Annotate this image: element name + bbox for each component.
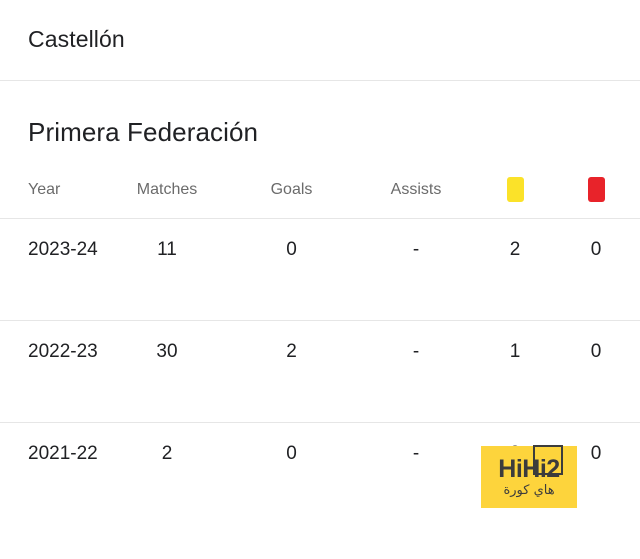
cell-assists: - [354, 218, 478, 321]
cell-goals: 0 [229, 218, 354, 321]
club-name: Castellón [28, 26, 125, 53]
cell-matches: 11 [105, 218, 229, 321]
stats-header-row: Year Matches Goals Assists [0, 177, 640, 219]
cell-goals: 0 [229, 422, 354, 525]
cell-year: 2023-24 [0, 218, 105, 321]
table-row: 2023-24 11 0-2 0 [0, 218, 640, 321]
watermark-subtitle: هاي كورة [503, 483, 555, 498]
competition-title: Primera Federación [28, 117, 259, 147]
cell-red: 0 [552, 218, 640, 321]
cell-assists: - [354, 422, 478, 525]
column-header-assists: Assists [390, 180, 442, 198]
column-header-red-cards [552, 177, 640, 219]
watermark-box-outline [532, 445, 563, 475]
watermark-brand: HiHi2 [498, 445, 563, 482]
yellow-card-icon [506, 177, 524, 203]
cell-matches: 2 [105, 422, 229, 525]
cell-year: 2022-23 [0, 320, 105, 423]
site-watermark: HiHi2 هاي كورة [481, 445, 577, 508]
cell-assists: - [354, 320, 478, 423]
column-header-goals: Goals [270, 180, 313, 198]
cell-yellow: 2 [478, 218, 552, 321]
cell-year: 2021-22 [0, 422, 105, 525]
club-header: Castellón [0, 0, 640, 81]
stats-table-header: Year Matches Goals Assists [0, 177, 640, 219]
table-row: 2022-23 30 2-1 0 [0, 320, 640, 423]
cell-yellow: 1 [478, 320, 552, 423]
column-header-matches: Matches [136, 180, 198, 198]
column-header-yellow-cards [478, 177, 552, 219]
cell-matches: 30 [105, 320, 229, 423]
cell-goals: 2 [229, 320, 354, 423]
cell-red: 0 [552, 320, 640, 423]
column-header-year: Year [28, 180, 61, 198]
red-card-icon [587, 177, 605, 203]
